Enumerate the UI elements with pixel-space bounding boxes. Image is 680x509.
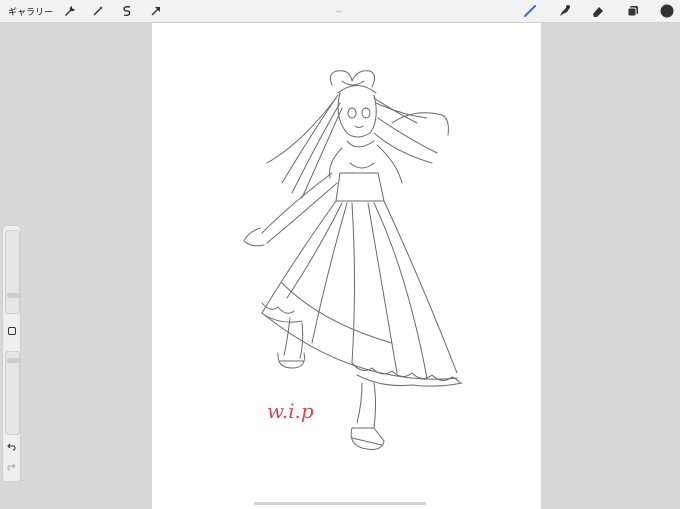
color-circle-icon[interactable] — [658, 0, 676, 22]
side-toolbar — [2, 225, 22, 482]
redo-arrow-icon[interactable] — [3, 460, 20, 474]
drawing-canvas[interactable]: w.i.p — [152, 23, 541, 509]
undo-arrow-icon[interactable] — [3, 440, 20, 454]
brush-size-slider[interactable] — [5, 230, 22, 314]
eraser-icon[interactable] — [589, 0, 607, 22]
home-indicator — [254, 502, 426, 505]
opacity-slider[interactable] — [5, 351, 22, 435]
opacity-thumb[interactable] — [7, 358, 22, 363]
magic-wand-icon[interactable] — [90, 0, 106, 22]
brush-icon[interactable] — [521, 0, 539, 22]
layers-icon[interactable] — [624, 0, 642, 22]
wip-annotation: w.i.p — [267, 399, 314, 423]
selection-s-icon[interactable] — [119, 0, 135, 22]
brush-size-thumb[interactable] — [7, 293, 22, 298]
top-toolbar: ギャラリー — [0, 0, 680, 23]
drag-handle-icon[interactable] — [334, 0, 344, 22]
smudge-icon[interactable] — [555, 0, 573, 22]
modify-button[interactable] — [3, 324, 20, 338]
sketch-drawing: w.i.p — [243, 70, 463, 450]
wrench-icon[interactable] — [62, 0, 78, 22]
transform-arrow-icon[interactable] — [148, 0, 164, 22]
gallery-button[interactable]: ギャラリー — [8, 0, 53, 22]
